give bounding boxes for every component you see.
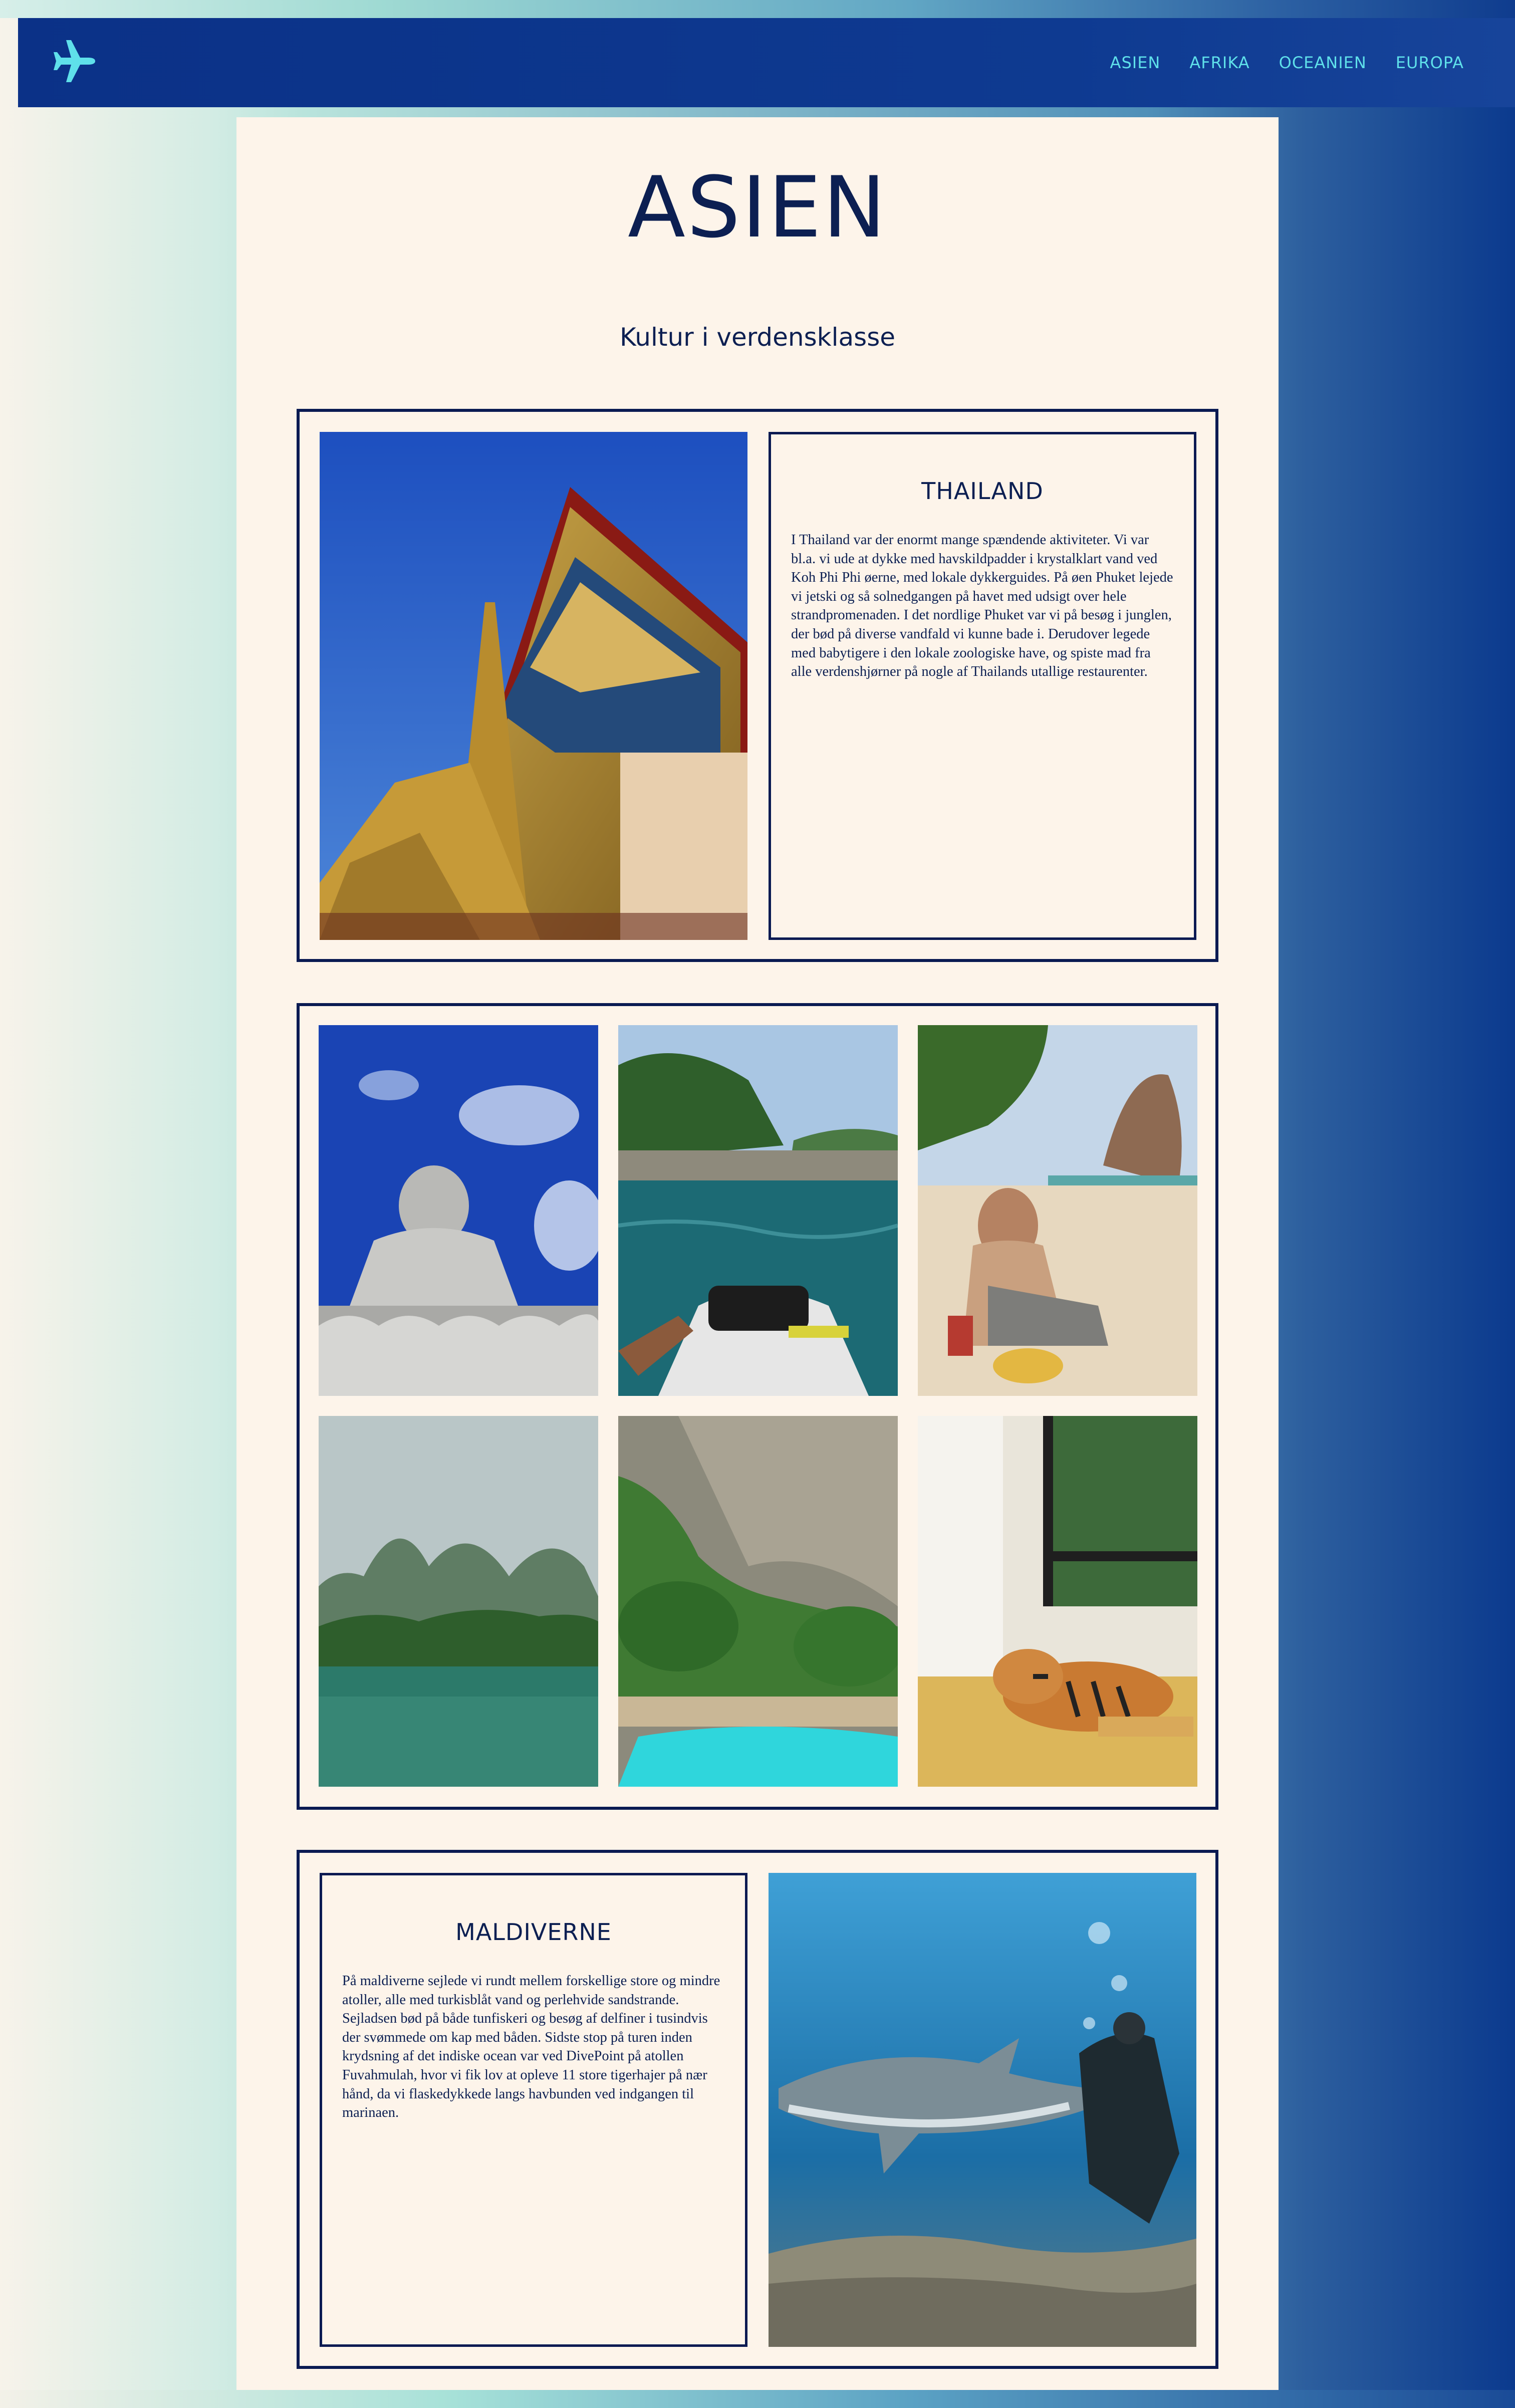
thailand-description: I Thailand var der enormt mange spændend… [791,532,1173,680]
nav-links: ASIEN AFRIKA OCEANIEN EUROPA [1110,18,1464,107]
nav-link-asien[interactable]: ASIEN [1110,53,1161,72]
big-buddha-photo[interactable] [319,1025,598,1396]
maldiverne-text-card: MALDIVERNE På maldiverne sejlede vi rund… [320,1873,747,2347]
content-sheet: ASIEN Kultur i verdensklasse THAILAND I … [236,117,1279,2390]
nav-link-oceanien[interactable]: OCEANIEN [1279,53,1367,72]
jungle-pool-photo[interactable] [618,1416,898,1787]
tiger-shark-dive-photo [769,1873,1196,2347]
thai-temple-photo [320,432,747,940]
top-gradient-strip [0,0,1515,18]
photo-gallery [297,1003,1218,1810]
karst-islands-photo[interactable] [319,1416,598,1787]
bottom-gradient-strip [0,2390,1515,2408]
nav-link-europa[interactable]: EUROPA [1396,53,1464,72]
beach-woman-photo[interactable] [918,1025,1197,1396]
airplane-icon[interactable] [49,36,99,86]
nav-link-afrika[interactable]: AFRIKA [1189,53,1249,72]
maldiverne-section: MALDIVERNE På maldiverne sejlede vi rund… [297,1850,1218,2369]
navbar: ASIEN AFRIKA OCEANIEN EUROPA [18,18,1515,107]
thailand-title: THAILAND [921,477,1044,505]
page-title: ASIEN [628,158,887,257]
tiger-photo[interactable] [918,1416,1197,1787]
jetski-photo[interactable] [618,1025,898,1396]
thailand-section: THAILAND I Thailand var der enormt mange… [297,409,1218,962]
thailand-text-card: THAILAND I Thailand var der enormt mange… [769,432,1196,940]
page-subtitle: Kultur i verdensklasse [619,323,896,352]
maldiverne-title: MALDIVERNE [455,1918,612,1946]
maldiverne-description: På maldiverne sejlede vi rundt mellem fo… [342,1973,720,2121]
